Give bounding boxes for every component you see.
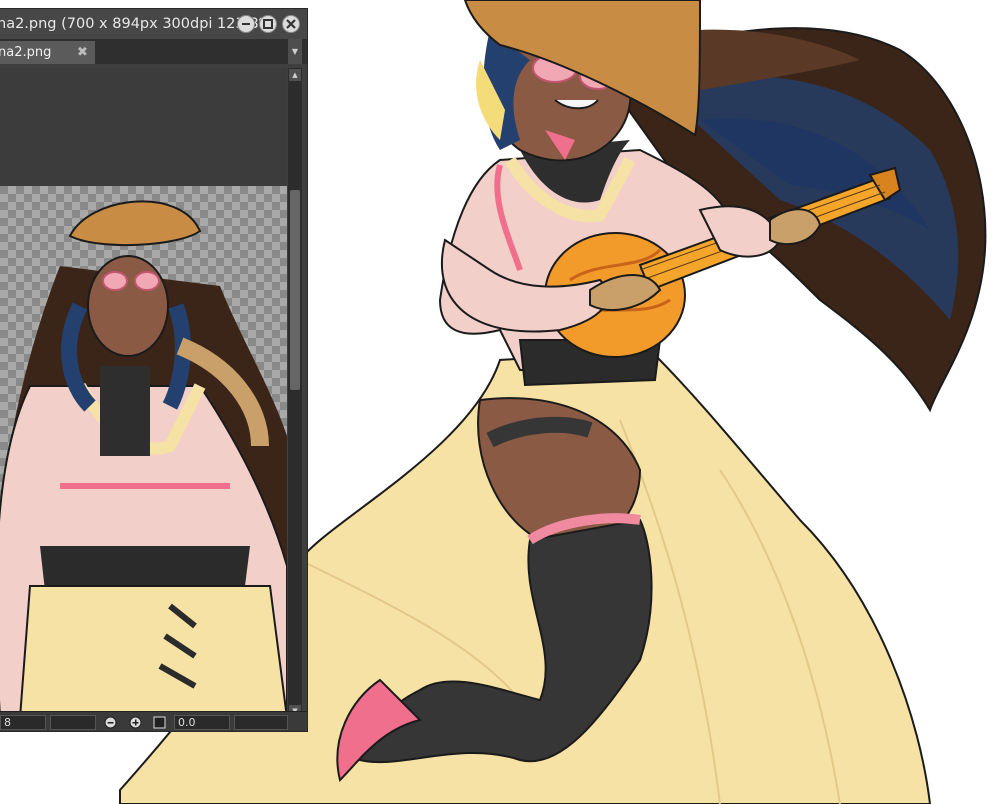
minimize-icon[interactable]: [237, 15, 255, 33]
navigator-thumbnail: [0, 200, 287, 718]
tab-bar: na2.png ✖: [0, 39, 307, 64]
angle-field[interactable]: 0.0: [174, 715, 230, 730]
navigator-statusbar: 8 0.0: [0, 711, 307, 731]
zoom-in-icon[interactable]: [129, 716, 142, 729]
window-titlebar[interactable]: na2.png (700 x 894px 300dpi 123.8%: [0, 9, 307, 39]
scroll-thumb[interactable]: [290, 190, 300, 390]
scroll-up-icon[interactable]: ▲: [289, 69, 301, 81]
window-title: na2.png (700 x 894px 300dpi 123.8%: [0, 16, 273, 32]
zoom-out-icon[interactable]: [104, 716, 117, 729]
tab-document[interactable]: na2.png ✖: [0, 41, 95, 64]
vertical-scrollbar[interactable]: ▲ ▼: [288, 68, 302, 718]
angle-slider[interactable]: [234, 715, 288, 730]
navigator-viewport[interactable]: [0, 68, 287, 718]
maximize-icon[interactable]: [259, 15, 277, 33]
navigator-window[interactable]: na2.png (700 x 894px 300dpi 123.8% na2.p…: [0, 8, 308, 732]
tab-label: na2.png: [0, 45, 52, 60]
tab-menu-button[interactable]: ▼: [288, 39, 302, 64]
close-icon[interactable]: [282, 15, 300, 33]
rotation-slider[interactable]: [50, 715, 96, 730]
zoom-field[interactable]: 8: [0, 715, 46, 730]
tab-close-icon[interactable]: ✖: [77, 41, 88, 64]
fit-icon[interactable]: [153, 716, 166, 729]
